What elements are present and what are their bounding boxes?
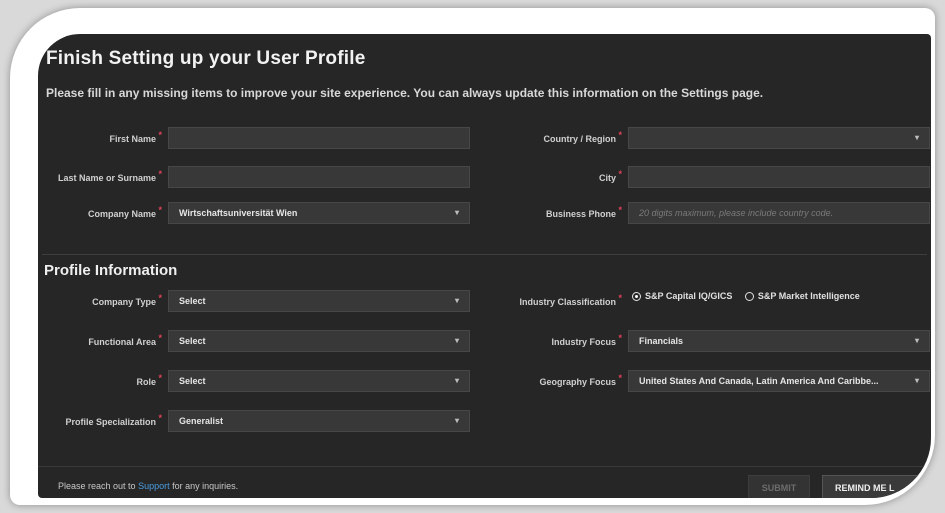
role-label: Role * (136, 373, 162, 387)
last-name-label-text: Last Name or Surname (57, 173, 156, 183)
industry-classification-label: Industry Classification * (519, 293, 622, 307)
radio-market-intelligence[interactable]: S&P Market Intelligence (744, 291, 860, 301)
geography-focus-label-text: Geography Focus (539, 377, 616, 387)
required-marker: * (158, 333, 162, 343)
first-name-field[interactable] (168, 127, 470, 149)
specialization-label-text: Profile Specialization (65, 417, 156, 427)
required-marker: * (618, 169, 622, 179)
industry-focus-value: Financials (639, 336, 684, 346)
chevron-down-icon: ▾ (454, 296, 459, 305)
chevron-down-icon: ▾ (454, 376, 459, 385)
company-name-value: Wirtschaftsuniversität Wien (179, 208, 298, 218)
footer-text-after: for any inquiries. (172, 481, 239, 491)
functional-area-label-text: Functional Area (88, 337, 156, 347)
business-phone-label-text: Business Phone (545, 209, 616, 219)
company-type-label: Company Type * (92, 293, 162, 307)
submit-button[interactable]: SUBMIT (748, 475, 810, 498)
business-phone-field[interactable]: 20 digits maximum, please include countr… (628, 202, 930, 224)
chevron-down-icon: ▾ (914, 133, 919, 142)
specialization-value: Generalist (179, 416, 224, 426)
specialization-label: Profile Specialization * (65, 413, 162, 427)
company-name-label: Company Name * (87, 205, 162, 219)
geography-focus-value: United States And Canada, Latin America … (639, 376, 879, 386)
radio-label-market-intelligence: S&P Market Intelligence (757, 291, 860, 301)
role-label-text: Role (136, 377, 156, 387)
company-type-value: Select (179, 296, 206, 306)
chevron-down-icon: ▾ (914, 336, 919, 345)
company-type-select[interactable]: Select ▾ (168, 290, 470, 312)
last-name-label: Last Name or Surname * (57, 169, 162, 183)
footer-support-text: Please reach out to Support for any inqu… (58, 481, 238, 491)
city-label-text: City (598, 173, 616, 183)
industry-focus-label: Industry Focus * (551, 333, 622, 347)
required-marker: * (158, 130, 162, 140)
required-marker: * (158, 169, 162, 179)
required-marker: * (158, 373, 162, 383)
functional-area-select[interactable]: Select ▾ (168, 330, 470, 352)
city-field[interactable] (628, 166, 930, 188)
page-subtitle: Please fill in any missing items to impr… (46, 86, 764, 100)
footer-text-before: Please reach out to (58, 481, 136, 491)
specialization-select[interactable]: Generalist ▾ (168, 410, 470, 432)
footer-divider (38, 466, 931, 467)
profile-setup-dialog: Finish Setting up your User Profile Plea… (38, 34, 931, 498)
chevron-down-icon: ▾ (454, 416, 459, 425)
industry-classification-label-text: Industry Classification (519, 297, 616, 307)
profile-section-title: Profile Information (44, 262, 178, 279)
industry-classification-radio-group: S&P Capital IQ/GICS S&P Market Intellige… (632, 291, 870, 301)
required-marker: * (158, 413, 162, 423)
required-marker: * (618, 373, 622, 383)
page-title: Finish Setting up your User Profile (46, 48, 366, 69)
geography-focus-label: Geography Focus * (539, 373, 622, 387)
chevron-down-icon: ▾ (914, 376, 919, 385)
company-type-label-text: Company Type (92, 297, 156, 307)
country-label-text: Country / Region (543, 134, 617, 144)
company-name-select[interactable]: Wirtschaftsuniversität Wien ▾ (168, 202, 470, 224)
geography-focus-select[interactable]: United States And Canada, Latin America … (628, 370, 930, 392)
support-link[interactable]: Support (138, 481, 170, 491)
radio-selected-icon (632, 292, 641, 301)
radio-capital-iq-gics[interactable]: S&P Capital IQ/GICS (632, 291, 732, 301)
first-name-label-text: First Name (109, 134, 156, 144)
country-select[interactable]: ▾ (628, 127, 930, 149)
functional-area-label: Functional Area * (88, 333, 162, 347)
required-marker: * (618, 293, 622, 303)
business-phone-placeholder: 20 digits maximum, please include countr… (639, 208, 834, 218)
role-value: Select (179, 376, 206, 386)
city-label: City * (598, 169, 622, 183)
remind-me-later-button[interactable]: REMIND ME L (822, 475, 931, 498)
required-marker: * (618, 130, 622, 140)
chevron-down-icon: ▾ (454, 208, 459, 217)
required-marker: * (158, 293, 162, 303)
required-marker: * (158, 205, 162, 215)
last-name-field[interactable] (168, 166, 470, 188)
business-phone-label: Business Phone * (545, 205, 622, 219)
country-label: Country / Region * (543, 130, 623, 144)
role-select[interactable]: Select ▾ (168, 370, 470, 392)
functional-area-value: Select (179, 336, 206, 346)
required-marker: * (618, 205, 622, 215)
first-name-label: First Name * (109, 130, 162, 144)
company-name-label-text: Company Name (87, 209, 156, 219)
chevron-down-icon: ▾ (454, 336, 459, 345)
industry-focus-label-text: Industry Focus (551, 337, 616, 347)
radio-unselected-icon (744, 292, 754, 301)
required-marker: * (618, 333, 622, 343)
industry-focus-select[interactable]: Financials ▾ (628, 330, 930, 352)
section-divider (42, 254, 927, 255)
radio-label-capital-iq: S&P Capital IQ/GICS (645, 291, 733, 301)
